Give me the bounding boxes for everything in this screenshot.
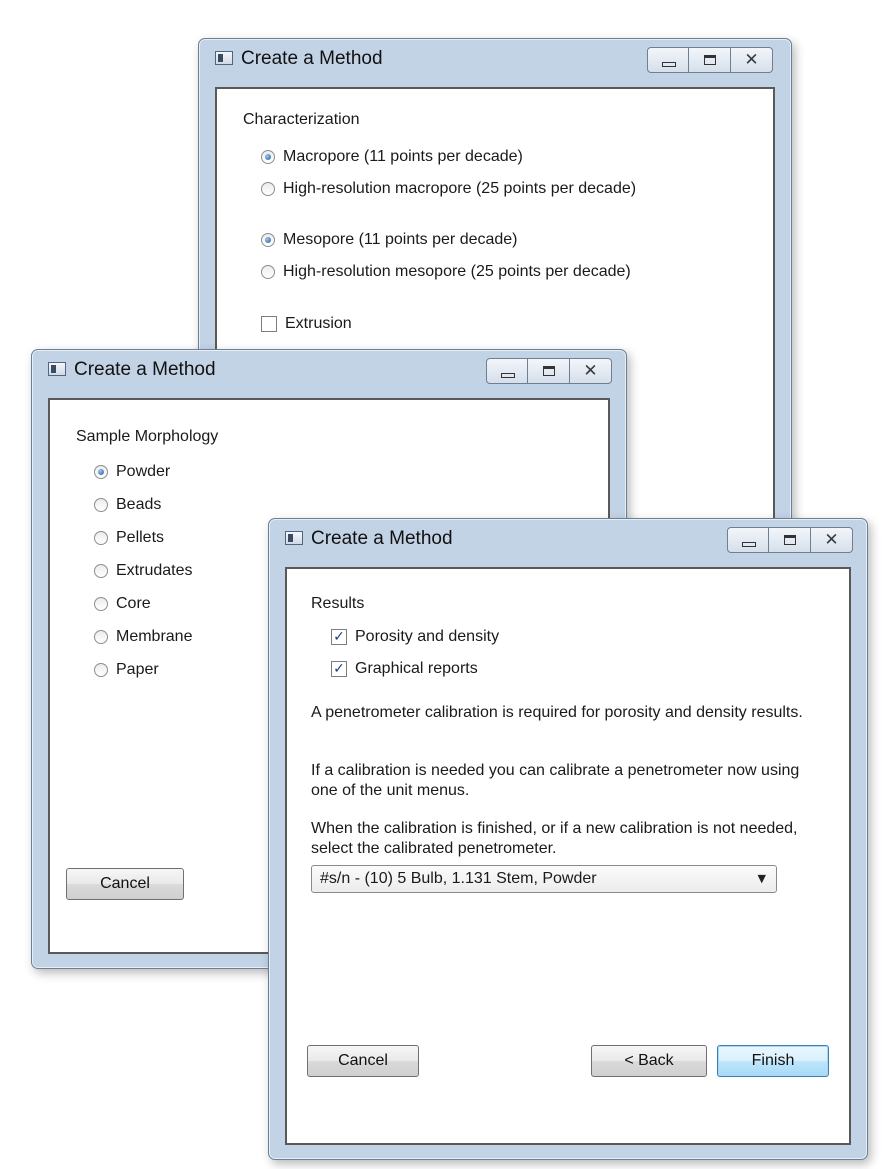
checkbox-checked-icon: ✓	[331, 629, 347, 645]
option-label: Porosity and density	[355, 628, 500, 645]
minimize-button[interactable]	[647, 47, 689, 73]
option-label: Paper	[116, 661, 159, 678]
close-icon: ✕	[824, 530, 839, 550]
radio-membrane[interactable]: Membrane	[94, 625, 192, 649]
radio-button	[261, 265, 275, 279]
option-label: Beads	[116, 496, 162, 513]
maximize-icon	[784, 535, 796, 545]
radio-button	[261, 233, 275, 247]
radio-extrudates[interactable]: Extrudates	[94, 559, 192, 583]
window-controls: ✕	[727, 527, 853, 553]
cancel-button[interactable]: Cancel	[66, 868, 184, 900]
close-button[interactable]: ✕	[570, 358, 612, 384]
radio-button	[94, 663, 108, 677]
maximize-button[interactable]	[769, 527, 811, 553]
checkbox-porosity-density[interactable]: ✓ Porosity and density	[331, 625, 499, 649]
window-title: Create a Method	[74, 359, 216, 380]
radio-mesopore[interactable]: Mesopore (11 points per decade)	[261, 228, 518, 252]
cancel-button[interactable]: Cancel	[307, 1045, 419, 1077]
results-label: Results	[311, 595, 365, 612]
calibration-required-text: A penetrometer calibration is required f…	[311, 704, 803, 721]
penetrometer-selected-value: #s/n - (10) 5 Bulb, 1.131 Stem, Powder	[320, 870, 597, 887]
option-label: Extrusion	[285, 315, 352, 332]
minimize-button[interactable]	[486, 358, 528, 384]
chevron-down-icon[interactable]: ▼	[758, 866, 766, 892]
maximize-button[interactable]	[528, 358, 570, 384]
window-title: Create a Method	[241, 48, 383, 69]
window-controls: ✕	[486, 358, 612, 384]
option-label: Mesopore (11 points per decade)	[283, 231, 518, 248]
finish-button[interactable]: Finish	[717, 1045, 829, 1077]
radio-button	[94, 498, 108, 512]
close-icon: ✕	[583, 361, 598, 381]
sample-morphology-label: Sample Morphology	[76, 428, 219, 445]
minimize-icon	[662, 62, 676, 67]
title-bar[interactable]: Create a Method ✕	[32, 350, 626, 388]
radio-beads[interactable]: Beads	[94, 493, 161, 517]
radio-macropore[interactable]: Macropore (11 points per decade)	[261, 145, 523, 169]
radio-high-resolution-macropore[interactable]: High-resolution macropore (25 points per…	[261, 177, 636, 201]
option-label: Membrane	[116, 628, 193, 645]
calibration-finished-text: When the calibration is finished, or if …	[311, 820, 798, 857]
checkbox-checked-icon: ✓	[331, 661, 347, 677]
calibration-needed-text: If a calibration is needed you can calib…	[311, 762, 800, 799]
window-title: Create a Method	[311, 528, 453, 549]
maximize-icon	[543, 366, 555, 376]
characterization-label: Characterization	[243, 111, 360, 128]
option-label: High-resolution mesopore (25 points per …	[283, 263, 631, 280]
minimize-icon	[501, 373, 515, 378]
radio-button	[94, 564, 108, 578]
app-icon	[48, 362, 66, 376]
checkbox-extrusion[interactable]: Extrusion	[261, 312, 352, 336]
maximize-button[interactable]	[689, 47, 731, 73]
option-label: Pellets	[116, 529, 165, 546]
minimize-icon	[742, 542, 756, 547]
radio-core[interactable]: Core	[94, 592, 151, 616]
radio-powder[interactable]: Powder	[94, 460, 170, 484]
radio-pellets[interactable]: Pellets	[94, 526, 164, 550]
dialog-body: Results ✓ Porosity and density ✓ Graphic…	[285, 567, 851, 1145]
window-controls: ✕	[647, 47, 773, 73]
option-label: Graphical reports	[355, 660, 478, 677]
option-label: Macropore (11 points per decade)	[283, 148, 523, 165]
option-label: Powder	[116, 463, 171, 480]
radio-button	[94, 531, 108, 545]
checkbox-graphical-reports[interactable]: ✓ Graphical reports	[331, 657, 478, 681]
radio-paper[interactable]: Paper	[94, 658, 159, 682]
option-label: Core	[116, 595, 151, 612]
maximize-icon	[704, 55, 716, 65]
create-method-window-results: Create a Method ✕ Results ✓ Porosity and…	[268, 518, 868, 1160]
radio-button	[94, 465, 108, 479]
radio-button	[94, 597, 108, 611]
radio-button	[261, 182, 275, 196]
radio-high-resolution-mesopore[interactable]: High-resolution mesopore (25 points per …	[261, 260, 631, 284]
checkbox-box	[261, 316, 277, 332]
minimize-button[interactable]	[727, 527, 769, 553]
option-label: Extrudates	[116, 562, 193, 579]
app-icon	[285, 531, 303, 545]
radio-button	[261, 150, 275, 164]
app-icon	[215, 51, 233, 65]
close-icon: ✕	[744, 50, 759, 70]
penetrometer-select[interactable]: #s/n - (10) 5 Bulb, 1.131 Stem, Powder ▼	[311, 865, 777, 893]
title-bar[interactable]: Create a Method ✕	[199, 39, 791, 77]
back-button[interactable]: < Back	[591, 1045, 707, 1077]
radio-button	[94, 630, 108, 644]
close-button[interactable]: ✕	[731, 47, 773, 73]
close-button[interactable]: ✕	[811, 527, 853, 553]
title-bar[interactable]: Create a Method ✕	[269, 519, 867, 557]
option-label: High-resolution macropore (25 points per…	[283, 180, 637, 197]
